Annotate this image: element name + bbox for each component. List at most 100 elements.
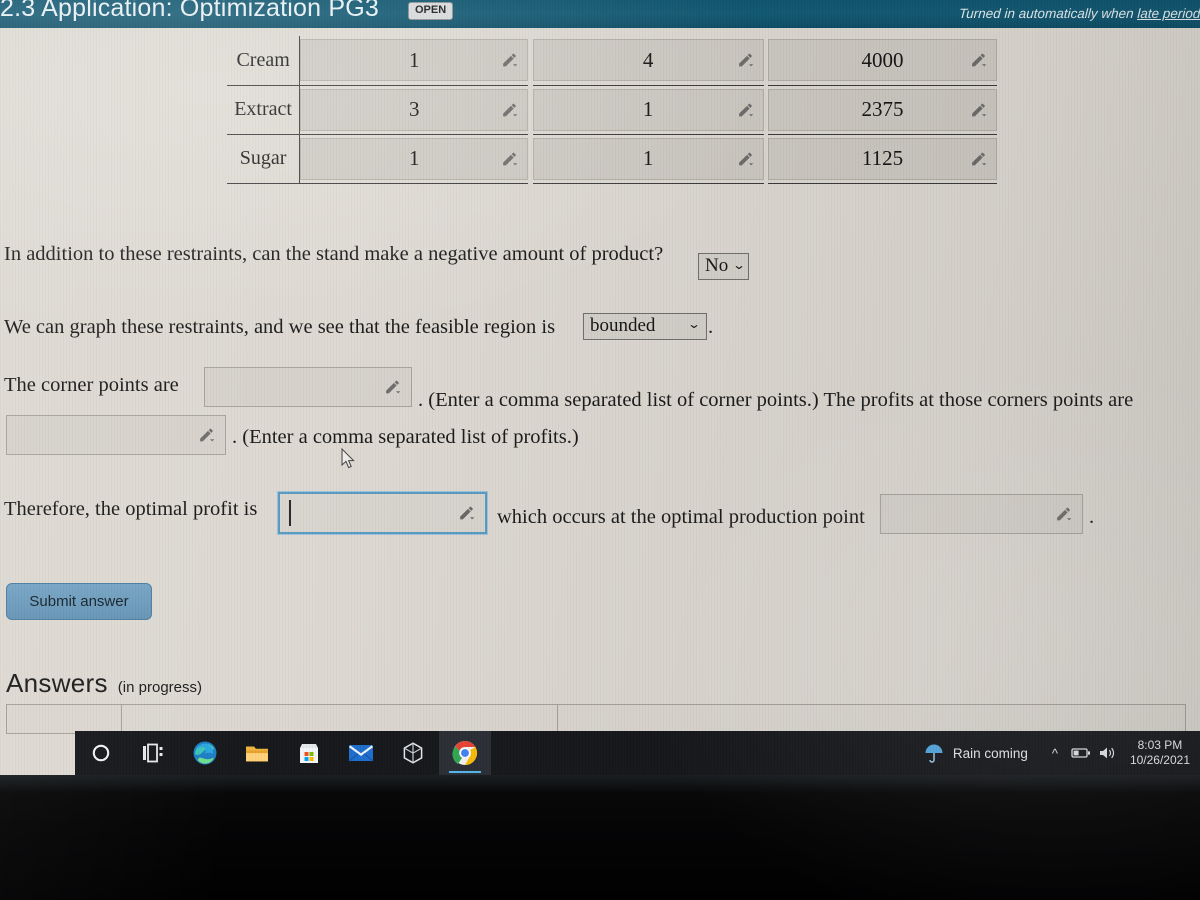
taskbar-item-microsoft-store[interactable] bbox=[283, 731, 335, 775]
chrome-icon bbox=[452, 741, 478, 765]
optimal-profit-input[interactable] bbox=[278, 492, 487, 534]
profits-hint: . (Enter a comma separated list of profi… bbox=[232, 426, 579, 448]
cell-value: 1 bbox=[408, 146, 420, 170]
cell-cream-col3[interactable]: 4000 bbox=[768, 36, 997, 86]
cell-value: 1 bbox=[408, 47, 420, 72]
umbrella-icon bbox=[925, 744, 943, 763]
assignment-header-bar: 2.3 Application: Optimization PG3 OPEN T… bbox=[0, 0, 1200, 28]
corner-points-input[interactable] bbox=[204, 367, 412, 407]
row-label-cream: Cream bbox=[227, 36, 301, 86]
monitor-bezel bbox=[0, 775, 1200, 900]
pencil-icon[interactable] bbox=[737, 52, 754, 69]
page-title: 2.3 Application: Optimization PG3 bbox=[0, 0, 380, 22]
question-negative-amount-text: In addition to these restraints, can the… bbox=[4, 243, 664, 265]
answers-heading: Answers (in progress) bbox=[6, 668, 202, 699]
row-label-sugar: Sugar bbox=[227, 134, 301, 184]
pencil-icon[interactable] bbox=[501, 101, 518, 118]
pencil-icon[interactable] bbox=[501, 52, 518, 69]
microsoft-store-icon bbox=[300, 744, 318, 763]
taskbar-item-file-explorer[interactable] bbox=[231, 731, 283, 775]
taskbar-item-task-view[interactable] bbox=[127, 731, 179, 775]
table-row: Sugar 1 1 1125 bbox=[227, 134, 997, 184]
windows-taskbar: Rain coming ^ 8:03 PM 10/26/2021 bbox=[75, 731, 1200, 775]
select-value: No bbox=[705, 255, 729, 276]
answers-cell-3[interactable] bbox=[557, 704, 1186, 734]
clock-date: 10/26/2021 bbox=[1129, 753, 1190, 767]
answers-title: Answers bbox=[6, 668, 108, 698]
status-badge-open: OPEN bbox=[408, 2, 454, 20]
cell-value: 1 bbox=[642, 97, 654, 121]
taskbar-item-chrome[interactable] bbox=[439, 731, 491, 775]
screen-photo: 2.3 Application: Optimization PG3 OPEN T… bbox=[0, 0, 1200, 900]
cell-sugar-col1[interactable]: 1 bbox=[299, 134, 529, 184]
select-feasible-region[interactable]: bounded ⌄ bbox=[583, 313, 707, 340]
cell-value: 4000 bbox=[861, 47, 904, 72]
cell-extract-col3[interactable]: 2375 bbox=[768, 85, 997, 135]
pencil-icon[interactable] bbox=[1055, 506, 1072, 523]
show-hidden-icons-chevron-icon[interactable]: ^ bbox=[1042, 731, 1068, 775]
cell-value: 3 bbox=[408, 97, 420, 121]
pencil-icon[interactable] bbox=[501, 150, 518, 167]
question-feasible-region-text: We can graph these restraints, and we se… bbox=[4, 316, 556, 338]
turned-in-text: Turned in automatically when bbox=[958, 6, 1138, 21]
taskbar-item-cortana[interactable] bbox=[75, 731, 127, 775]
answers-cell-1[interactable] bbox=[6, 704, 122, 734]
pencil-icon[interactable] bbox=[458, 505, 475, 522]
question-optimal-point-text: which occurs at the optimal production p… bbox=[497, 506, 865, 528]
taskbar-clock[interactable]: 8:03 PM 10/26/2021 bbox=[1130, 738, 1190, 768]
question-feasible-period: . bbox=[708, 316, 714, 338]
cell-value: 2375 bbox=[861, 97, 904, 121]
submit-answer-label: Submit answer bbox=[29, 593, 129, 610]
constraints-table: Cream 1 4 4000 Extract 3 1 2375 Sugar 1 … bbox=[227, 36, 997, 184]
answers-table bbox=[6, 704, 1186, 734]
select-negative-amount[interactable]: No ⌄ bbox=[698, 253, 750, 280]
cell-value: 1125 bbox=[861, 146, 904, 170]
pencil-icon[interactable] bbox=[198, 427, 215, 444]
optimal-point-input[interactable] bbox=[880, 494, 1083, 534]
cortana-icon bbox=[92, 744, 110, 762]
turned-in-notice: Turned in automatically when late period bbox=[958, 6, 1200, 21]
select-value: bounded bbox=[590, 315, 656, 336]
cell-cream-col2[interactable]: 4 bbox=[532, 36, 764, 86]
cell-value: 1 bbox=[642, 146, 654, 170]
task-view-icon bbox=[143, 743, 163, 763]
row-label-extract: Extract bbox=[227, 85, 301, 135]
cell-extract-col2[interactable]: 1 bbox=[532, 85, 764, 135]
text-caret bbox=[289, 500, 291, 526]
cell-sugar-col2[interactable]: 1 bbox=[532, 134, 764, 184]
question-corner-points-text: The corner points are bbox=[4, 374, 179, 396]
volume-icon[interactable] bbox=[1094, 731, 1120, 775]
table-row: Extract 3 1 2375 bbox=[227, 85, 997, 135]
taskbar-system-tray: Rain coming ^ 8:03 PM 10/26/2021 bbox=[923, 731, 1200, 775]
pencil-icon[interactable] bbox=[970, 52, 987, 69]
browser-viewport: 2.3 Application: Optimization PG3 OPEN T… bbox=[0, 0, 1200, 775]
answers-cell-2[interactable] bbox=[121, 704, 558, 734]
answers-status: (in progress) bbox=[117, 679, 202, 696]
weather-widget[interactable]: Rain coming bbox=[923, 742, 1028, 764]
weather-label: Rain coming bbox=[952, 745, 1028, 761]
cell-extract-col1[interactable]: 3 bbox=[299, 85, 529, 135]
pencil-icon[interactable] bbox=[384, 379, 401, 396]
mouse-cursor bbox=[341, 448, 355, 469]
pencil-icon[interactable] bbox=[737, 101, 754, 118]
pencil-icon[interactable] bbox=[737, 150, 754, 167]
submit-answer-button[interactable]: Submit answer bbox=[6, 583, 152, 620]
pencil-icon[interactable] bbox=[970, 150, 987, 167]
pencil-icon[interactable] bbox=[970, 101, 987, 118]
late-period-link[interactable]: late period bbox=[1137, 6, 1200, 21]
corner-points-hint: . (Enter a comma separated list of corne… bbox=[418, 389, 1134, 411]
optimal-point-period: . bbox=[1089, 506, 1095, 528]
taskbar-item-mail[interactable] bbox=[335, 731, 387, 775]
bezel-glow bbox=[0, 775, 1200, 793]
cell-sugar-col3[interactable]: 1125 bbox=[768, 134, 997, 184]
battery-icon[interactable] bbox=[1068, 731, 1094, 775]
chevron-down-icon: ⌄ bbox=[687, 317, 701, 331]
file-explorer-icon bbox=[246, 746, 268, 762]
3d-viewer-icon bbox=[403, 742, 423, 764]
taskbar-item-edge[interactable] bbox=[179, 731, 231, 775]
profits-input[interactable] bbox=[6, 415, 226, 455]
taskbar-item-3d-viewer[interactable] bbox=[387, 731, 439, 775]
question-optimal-profit-text: Therefore, the optimal profit is bbox=[4, 498, 258, 520]
table-row: Cream 1 4 4000 bbox=[227, 36, 997, 86]
cell-cream-col1[interactable]: 1 bbox=[299, 36, 529, 86]
